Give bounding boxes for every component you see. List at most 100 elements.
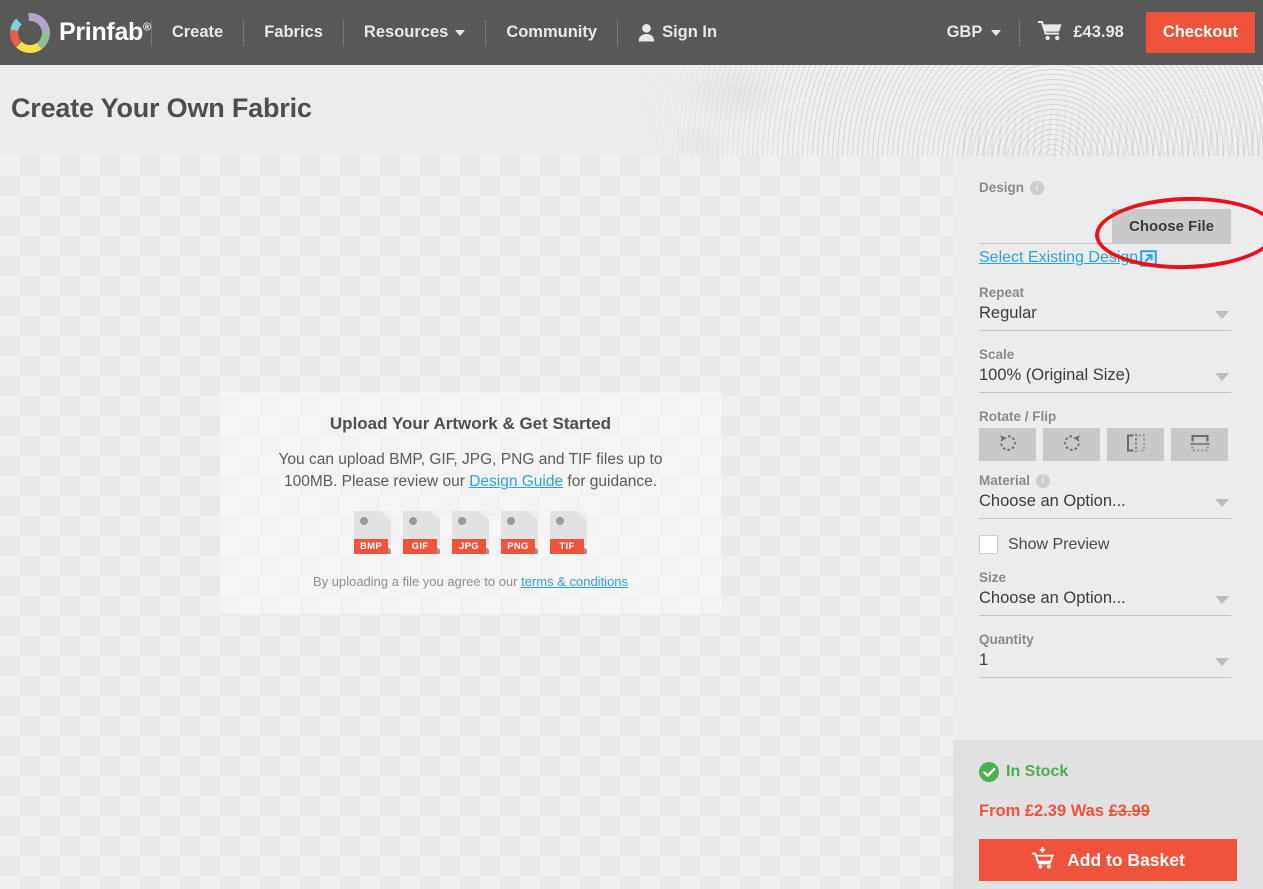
file-type-label: BMP — [354, 538, 388, 554]
nav-item-resources[interactable]: Resources — [344, 0, 485, 65]
external-link-icon — [1140, 249, 1157, 267]
upload-description: You can upload BMP, GIF, JPG, PNG and TI… — [261, 449, 681, 494]
flip-vertical-button[interactable] — [1171, 428, 1228, 461]
price-was: £3.99 — [1108, 802, 1150, 820]
repeat-value: Regular — [979, 304, 1037, 322]
file-type-label: GIF — [403, 538, 437, 554]
file-type-gif-icon: GIF — [403, 510, 440, 554]
design-label: Design i — [979, 180, 1231, 195]
upload-title: Upload Your Artwork & Get Started — [329, 414, 612, 433]
design-guide-link[interactable]: Design Guide — [469, 473, 563, 490]
chevron-down-icon — [991, 29, 1002, 36]
chevron-down-icon — [455, 29, 466, 36]
product-options-form: Design i Choose File Select Existing Des… — [953, 156, 1263, 694]
brand-registered-mark: ® — [143, 21, 151, 34]
choose-file-button[interactable]: Choose File — [1111, 209, 1231, 244]
repeat-field: Repeat Regular — [979, 285, 1231, 331]
material-label: Material i — [979, 473, 1231, 488]
add-to-basket-label: Add to Basket — [1067, 849, 1185, 870]
scale-field: Scale 100% (Original Size) — [979, 347, 1231, 393]
prinfab-ring-logo-icon — [9, 12, 50, 53]
chevron-down-icon — [1215, 499, 1229, 507]
flip-horizontal-icon — [1125, 433, 1147, 456]
nav-right-group: GBP £43.98 Checkout — [929, 0, 1255, 65]
nav-label: Create — [171, 23, 224, 41]
field-underline — [979, 243, 1231, 244]
nav-item-fabrics[interactable]: Fabrics — [244, 0, 343, 65]
hero-background-texture — [963, 65, 1263, 156]
select-existing-design-link[interactable]: Select Existing Design — [979, 249, 1157, 267]
scale-label: Scale — [979, 347, 1231, 362]
file-type-bmp-icon: BMP — [354, 510, 391, 554]
flip-vertical-icon — [1189, 433, 1211, 456]
chevron-down-icon — [1215, 311, 1229, 319]
chevron-down-icon — [1215, 658, 1229, 666]
nav-item-create[interactable]: Create — [152, 0, 243, 65]
rotate-left-icon — [998, 433, 1018, 456]
material-select[interactable]: Choose an Option... — [979, 491, 1231, 519]
repeat-select[interactable]: Regular — [979, 303, 1231, 331]
upload-description-post: for guidance. — [563, 473, 658, 491]
nav-label: Resources — [363, 23, 449, 41]
person-icon — [638, 23, 655, 42]
show-preview-row[interactable]: Show Preview — [979, 535, 1231, 554]
flip-horizontal-button[interactable] — [1107, 428, 1164, 461]
page-title: Create Your Own Fabric — [11, 93, 312, 123]
stock-status-label: In Stock — [1006, 763, 1069, 780]
show-preview-label: Show Preview — [1008, 535, 1110, 553]
currency-selector[interactable]: GBP — [929, 23, 1020, 42]
select-existing-design-label: Select Existing Design — [979, 249, 1139, 266]
file-type-jpg-icon: JPG — [452, 510, 489, 554]
size-label: Size — [979, 570, 1231, 585]
file-type-label: TIF — [550, 538, 584, 554]
material-label-text: Material — [979, 473, 1031, 488]
info-icon[interactable]: i — [1030, 180, 1045, 195]
terms-conditions-link[interactable]: terms & conditions — [521, 574, 628, 589]
brand-logo-link[interactable]: Prinfab® — [9, 12, 151, 53]
shopping-cart-icon — [1038, 20, 1063, 46]
chevron-down-icon — [1215, 596, 1229, 604]
currency-label: GBP — [946, 23, 983, 41]
rotate-flip-button-group — [979, 428, 1231, 461]
size-value: Choose an Option... — [979, 589, 1126, 607]
nav-item-community[interactable]: Community — [486, 0, 617, 65]
checkout-button[interactable]: Checkout — [1145, 12, 1255, 53]
primary-nav: Create Fabrics Resources Community Sign … — [152, 0, 737, 65]
design-field-row: Choose File — [979, 194, 1263, 272]
stock-status: In Stock — [979, 762, 1237, 782]
nav-label: Fabrics — [264, 23, 323, 41]
upload-terms-pre: By uploading a file you agree to our — [312, 573, 522, 589]
upload-terms: By uploading a file you agree to our ter… — [313, 574, 628, 589]
nav-label: Sign In — [662, 23, 718, 41]
brand-name: Prinfab® — [59, 18, 151, 46]
rotate-right-icon — [1062, 433, 1082, 456]
scale-value: 100% (Original Size) — [979, 366, 1131, 384]
quantity-label: Quantity — [979, 632, 1231, 647]
design-canvas[interactable]: Upload Your Artwork & Get Started You ca… — [0, 156, 953, 889]
show-preview-checkbox[interactable] — [979, 535, 998, 554]
size-label-text: Size — [979, 570, 1007, 585]
nav-label: Community — [506, 23, 598, 41]
upload-dropzone[interactable]: Upload Your Artwork & Get Started You ca… — [220, 392, 721, 614]
repeat-label: Repeat — [979, 285, 1231, 300]
info-icon[interactable]: i — [1036, 473, 1051, 488]
file-type-png-icon: PNG — [501, 510, 538, 554]
material-value: Choose an Option... — [979, 492, 1126, 510]
size-field: Size Choose an Option... — [979, 570, 1231, 616]
size-select[interactable]: Choose an Option... — [979, 588, 1231, 616]
add-to-basket-button[interactable]: Add to Basket — [979, 839, 1237, 881]
quantity-field: Quantity 1 — [979, 632, 1231, 678]
supported-file-types: BMP GIF JPG PNG TIF — [354, 510, 587, 554]
price-display: From £2.39 Was £3.99 — [979, 802, 1237, 821]
repeat-label-text: Repeat — [979, 285, 1025, 300]
scale-select[interactable]: 100% (Original Size) — [979, 365, 1231, 393]
main-content-row: Upload Your Artwork & Get Started You ca… — [0, 156, 1263, 889]
file-type-tif-icon: TIF — [550, 510, 587, 554]
cart-summary[interactable]: £43.98 — [1020, 20, 1139, 46]
rotate-right-button[interactable] — [1043, 428, 1100, 461]
quantity-label-text: Quantity — [979, 632, 1034, 647]
nav-item-sign-in[interactable]: Sign In — [618, 0, 737, 65]
quantity-select[interactable]: 1 — [979, 650, 1231, 678]
purchase-panel: In Stock From £2.39 Was £3.99 Add to Bas… — [953, 740, 1263, 889]
rotate-left-button[interactable] — [979, 428, 1036, 461]
